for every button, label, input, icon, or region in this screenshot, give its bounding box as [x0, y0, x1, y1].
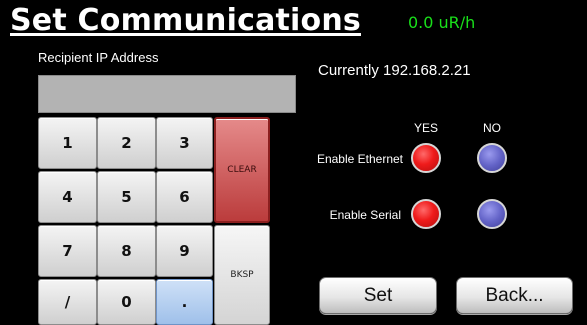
set-communications-screen: Set Communications 0.0 uR/h Recipient IP…: [0, 0, 587, 325]
key-2[interactable]: 2: [97, 117, 156, 169]
key-7[interactable]: 7: [38, 225, 97, 277]
serial-yes-radio[interactable]: [411, 199, 441, 229]
ethernet-no-radio[interactable]: [477, 143, 507, 173]
ip-address-label: Recipient IP Address: [38, 50, 159, 65]
ethernet-yes-radio[interactable]: [411, 143, 441, 173]
key-6[interactable]: 6: [156, 171, 213, 223]
current-ip-text: Currently 192.168.2.21: [318, 62, 471, 79]
backspace-key[interactable]: BKSP: [214, 225, 270, 325]
no-column-label: NO: [483, 121, 501, 135]
enable-serial-label: Enable Serial: [329, 208, 401, 222]
key-4[interactable]: 4: [38, 171, 97, 223]
key-8[interactable]: 8: [97, 225, 156, 277]
set-button[interactable]: Set: [319, 277, 437, 314]
back-button[interactable]: Back...: [456, 277, 573, 314]
key-slash[interactable]: /: [38, 279, 97, 325]
enable-ethernet-label: Enable Ethernet: [316, 152, 403, 166]
ip-address-input[interactable]: [38, 75, 296, 113]
key-dot[interactable]: .: [156, 279, 213, 325]
key-5[interactable]: 5: [97, 171, 156, 223]
key-9[interactable]: 9: [156, 225, 213, 277]
key-0[interactable]: 0: [97, 279, 156, 325]
dose-rate-readout: 0.0 uR/h: [408, 13, 476, 32]
yes-column-label: YES: [414, 121, 439, 135]
key-1[interactable]: 1: [38, 117, 97, 169]
page-title: Set Communications: [10, 3, 361, 38]
serial-no-radio[interactable]: [477, 199, 507, 229]
clear-key[interactable]: CLEAR: [214, 117, 270, 223]
key-3[interactable]: 3: [156, 117, 213, 169]
